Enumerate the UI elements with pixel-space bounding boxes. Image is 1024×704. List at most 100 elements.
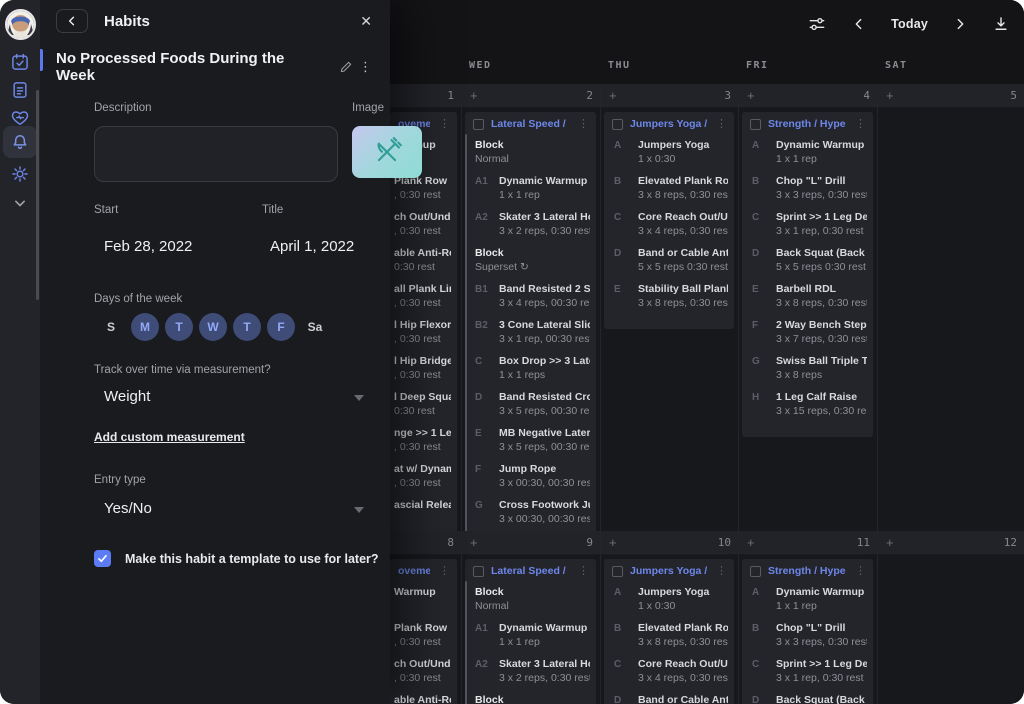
exercise-row[interactable]: ascial Release C... <box>394 499 451 526</box>
workout-card[interactable]: ovement Q... ⋮ Warmup Plank Row, 0:30 rest c… <box>390 559 457 704</box>
exercise-row[interactable]: Plank Row, 0:30 rest <box>394 622 451 649</box>
sidebar-item-bell-icon[interactable] <box>10 132 30 152</box>
day-toggle-t[interactable]: T <box>233 313 261 341</box>
workout-checkbox[interactable] <box>750 566 761 577</box>
measurement-select[interactable]: Weight <box>104 388 364 408</box>
day-toggle-s[interactable]: S <box>97 320 125 334</box>
sidebar-expand-chevron-down-icon[interactable] <box>10 193 30 213</box>
habit-image-tile[interactable] <box>352 126 422 178</box>
day-toggle-sa[interactable]: Sa <box>301 320 329 334</box>
today-button[interactable]: Today <box>891 17 928 31</box>
add-custom-measurement-link[interactable]: Add custom measurement <box>94 430 245 444</box>
add-workout-button[interactable]: + <box>470 535 478 550</box>
workout-checkbox[interactable] <box>473 119 484 130</box>
day-toggle-w[interactable]: W <box>199 313 227 341</box>
exercise-row[interactable]: DBand or Cable Anti Rotati...5 x 5 reps … <box>614 694 728 704</box>
exercise-row[interactable]: A2Skater 3 Lateral Hops >> ...3 x 2 reps… <box>475 658 590 685</box>
workout-checkbox[interactable] <box>750 119 761 130</box>
sidebar-item-settings-gear-icon[interactable] <box>10 164 30 184</box>
exercise-row[interactable]: DBand or Cable Anti Rotati...5 x 5 reps … <box>614 247 728 274</box>
start-date-value[interactable]: Feb 28, 2022 <box>104 238 192 255</box>
exercise-row[interactable]: CSprint >> 1 Leg Declarations3 x 1 rep, … <box>752 211 867 238</box>
exercise-row[interactable]: BChop "L" Drill3 x 3 reps, 0:30 rest <box>752 175 867 202</box>
exercise-row[interactable]: EMB Negative Lateral Hop...3 x 5 reps, 0… <box>475 427 590 454</box>
exercise-row[interactable]: CCore Reach Out/Under3 x 4 reps, 0:30 re… <box>614 658 728 685</box>
add-workout-button[interactable]: + <box>609 88 617 103</box>
add-workout-button[interactable]: + <box>886 88 894 103</box>
entry-type-select[interactable]: Yes/No <box>104 500 364 520</box>
workout-menu-kebab-icon[interactable]: ⋮ <box>714 119 729 130</box>
add-workout-button[interactable]: + <box>886 535 894 550</box>
close-icon[interactable]: ✕ <box>354 11 378 32</box>
exercise-row[interactable]: EBarbell RDL3 x 8 reps, 0:30 rest <box>752 283 867 310</box>
workout-menu-kebab-icon[interactable]: ⋮ <box>437 119 452 130</box>
block-row[interactable]: BlockNormal <box>475 139 590 166</box>
exercise-row[interactable]: DBand Resisted Crossover...3 x 5 reps, 0… <box>475 391 590 418</box>
workout-card[interactable]: Lateral Speed / Plyo⋮BlockNormalA1Dynami… <box>465 559 596 704</box>
exercise-row[interactable]: B1Band Resisted 2 Step Late...3 x 4 reps… <box>475 283 590 310</box>
exercise-row[interactable]: H1 Leg Calf Raise3 x 15 reps, 0:30 rest <box>752 391 867 418</box>
panel-scrollbar[interactable] <box>36 90 39 300</box>
exercise-row[interactable]: A1Dynamic Warmup1 x 1 rep <box>475 622 590 649</box>
add-workout-button[interactable]: + <box>470 88 478 103</box>
sidebar-item-calendar-icon[interactable] <box>10 52 30 72</box>
workout-checkbox[interactable] <box>612 566 623 577</box>
exercise-row[interactable]: nge >> 1 Leg St..., 0:30 rest <box>394 427 451 454</box>
add-workout-button[interactable]: + <box>747 88 755 103</box>
workout-title[interactable]: Strength / Hypertro... <box>768 118 846 130</box>
workout-menu-kebab-icon[interactable]: ⋮ <box>576 566 591 577</box>
workout-title[interactable]: Strength / Hypertro... <box>768 565 846 577</box>
next-week-button[interactable] <box>952 16 968 32</box>
template-checkbox[interactable] <box>94 550 111 567</box>
exercise-row[interactable]: ch Out/Under, 0:30 rest <box>394 658 451 685</box>
add-workout-button[interactable]: + <box>609 535 617 550</box>
workout-menu-kebab-icon[interactable]: ⋮ <box>576 119 591 130</box>
exercise-row[interactable]: ADynamic Warmup1 x 1 rep <box>752 139 867 166</box>
block-row[interactable]: BlockSuperset ↻ <box>475 694 590 704</box>
exercise-row[interactable]: AJumpers Yoga1 x 0:30 <box>614 139 728 166</box>
day-toggle-m[interactable]: M <box>131 313 159 341</box>
exercise-row[interactable]: Warmup <box>394 586 451 613</box>
day-toggle-f[interactable]: F <box>267 313 295 341</box>
exercise-row[interactable]: A2Skater 3 Lateral Hops >> ...3 x 2 reps… <box>475 211 590 238</box>
workout-menu-kebab-icon[interactable]: ⋮ <box>853 119 868 130</box>
workout-checkbox[interactable] <box>473 566 484 577</box>
exercise-row[interactable]: CBox Drop >> 3 Lateral H...1 x 1 reps <box>475 355 590 382</box>
avatar[interactable] <box>5 9 36 40</box>
exercise-row[interactable]: B23 Cone Lateral Slide3 x 1 rep, 00:30 r… <box>475 319 590 346</box>
exercise-row[interactable]: l Deep Squat Mo...0:30 rest <box>394 391 451 418</box>
sidebar-item-document-icon[interactable] <box>10 80 30 100</box>
workout-title[interactable]: Lateral Speed / Plyo <box>491 118 569 130</box>
exercise-row[interactable]: DBack Squat (Back Off Set)5 x 5 reps 0:3… <box>752 247 867 274</box>
filter-sliders-icon[interactable] <box>807 14 827 34</box>
add-workout-button[interactable]: + <box>747 535 755 550</box>
habit-menu-kebab-icon[interactable]: ⋮ <box>353 59 378 75</box>
back-button[interactable] <box>56 9 88 33</box>
workout-title[interactable]: Lateral Speed / Plyo <box>491 565 569 577</box>
exercise-row[interactable]: F2 Way Bench Step Up3 x 7 reps, 0:30 res… <box>752 319 867 346</box>
workout-menu-kebab-icon[interactable]: ⋮ <box>437 566 452 577</box>
exercise-row[interactable]: Plank Row, 0:30 rest <box>394 175 451 202</box>
exercise-row[interactable]: GCross Footwork Jump Rope3 x 00:30, 00:3… <box>475 499 590 526</box>
block-row[interactable]: BlockSuperset ↻ <box>475 247 590 274</box>
exercise-row[interactable]: FJump Rope3 x 00:30, 00:30 rest <box>475 463 590 490</box>
day-toggle-t[interactable]: T <box>165 313 193 341</box>
sidebar-item-heart-icon[interactable] <box>10 108 30 128</box>
workout-title[interactable]: ovement Q... <box>398 565 430 577</box>
exercise-row[interactable]: able Anti-Rotati...0:30 rest <box>394 694 451 704</box>
exercise-row[interactable]: at w/ Dynamic P..., 0:30 rest <box>394 463 451 490</box>
exercise-row[interactable]: BElevated Plank Row3 x 8 reps, 0:30 rest <box>614 622 728 649</box>
exercise-row[interactable]: AJumpers Yoga1 x 0:30 <box>614 586 728 613</box>
exercise-row[interactable]: EStability Ball Plank Linear ...3 x 8 re… <box>614 283 728 310</box>
workout-card[interactable]: Strength / Hypertro... ⋮ ADynamic Warmup1 … <box>742 112 873 437</box>
download-icon[interactable] <box>992 15 1010 33</box>
exercise-row[interactable]: BChop "L" Drill3 x 3 reps, 0:30 rest <box>752 622 867 649</box>
exercise-row[interactable]: able Anti-Rotati...0:30 rest <box>394 247 451 274</box>
exercise-row[interactable]: ADynamic Warmup1 x 1 rep <box>752 586 867 613</box>
exercise-row[interactable]: A1Dynamic Warmup1 x 1 rep <box>475 175 590 202</box>
exercise-row[interactable]: CSprint >> 1 Leg Declarations3 x 1 rep, … <box>752 658 867 685</box>
workout-card[interactable]: Jumpers Yoga / Core⋮AJumpers Yoga1 x 0:3… <box>604 112 734 329</box>
workout-checkbox[interactable] <box>612 119 623 130</box>
edit-pencil-icon[interactable] <box>339 60 353 74</box>
exercise-row[interactable]: GSwiss Ball Triple Threat3 x 8 reps <box>752 355 867 382</box>
